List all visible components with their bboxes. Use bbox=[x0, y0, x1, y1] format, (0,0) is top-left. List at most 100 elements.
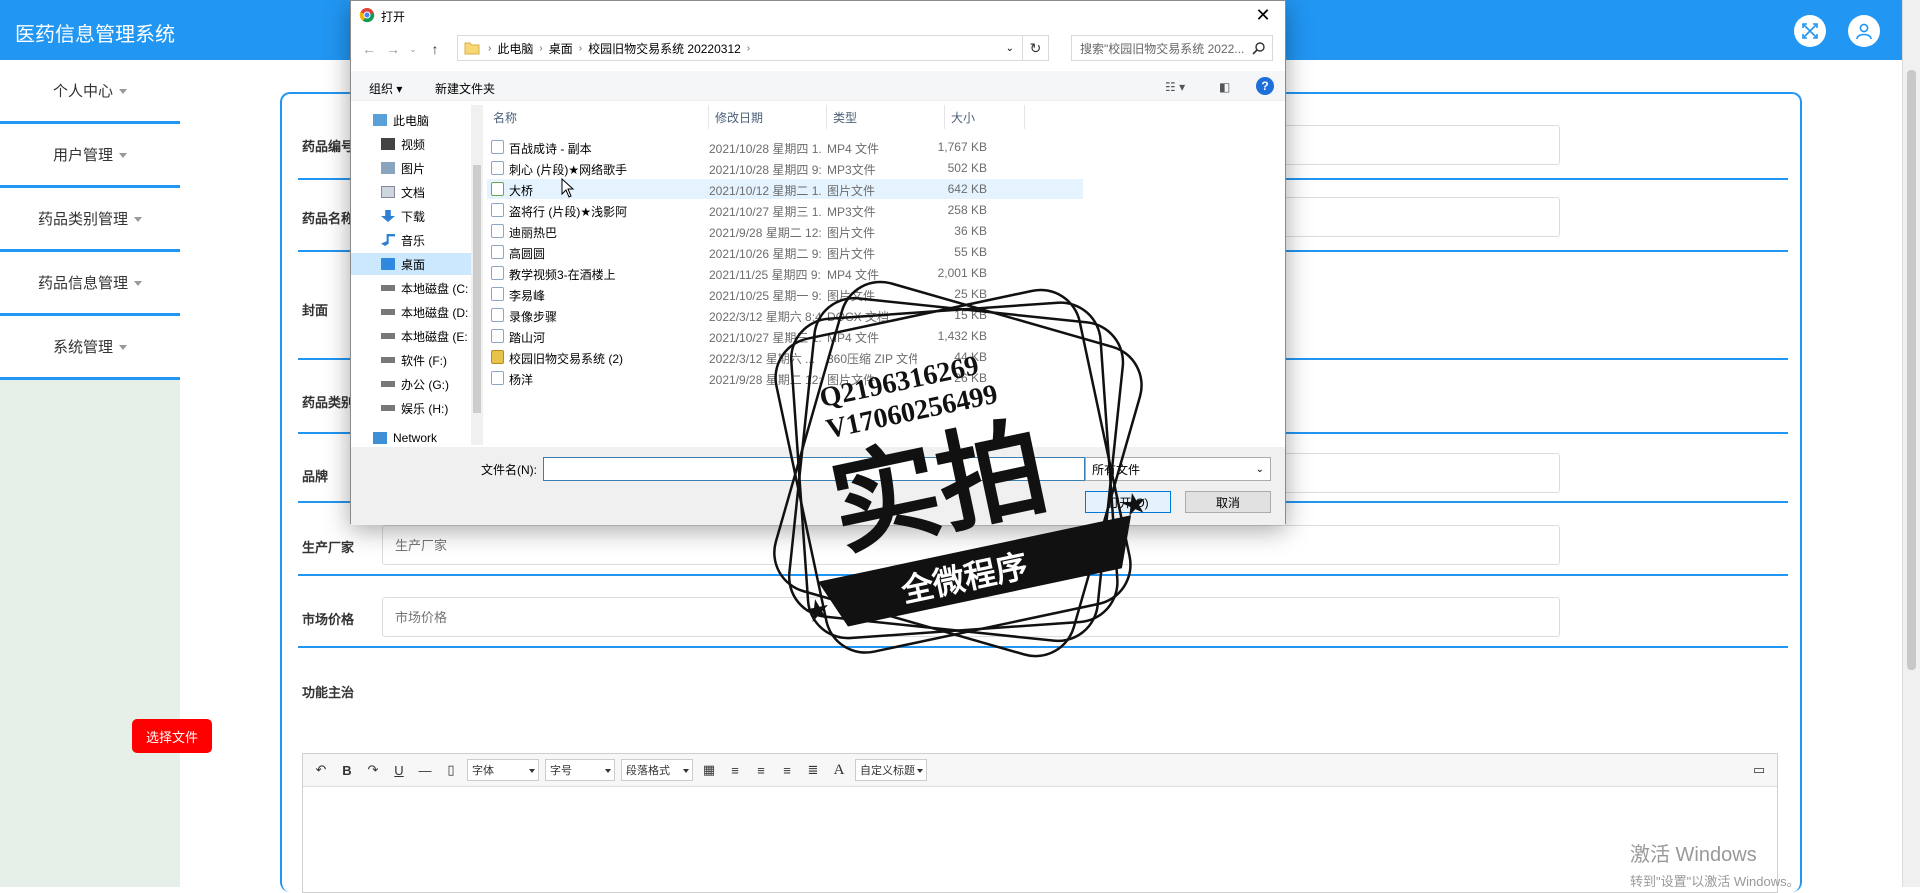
column-name[interactable]: 名称 bbox=[487, 105, 709, 129]
refresh-button[interactable]: ↻ bbox=[1023, 35, 1049, 61]
help-icon[interactable]: ? bbox=[1256, 77, 1274, 95]
nav-pane-scrollbar[interactable] bbox=[471, 105, 483, 445]
choose-file-button[interactable]: 选择文件 bbox=[132, 719, 212, 753]
close-button[interactable]: ✕ bbox=[1241, 1, 1285, 29]
sidebar-item-drug-info[interactable]: 药品信息管理 bbox=[0, 252, 180, 316]
drive-icon bbox=[381, 405, 395, 411]
cancel-button[interactable]: 取消 bbox=[1185, 491, 1271, 513]
font-color-button[interactable]: A bbox=[829, 760, 849, 780]
breadcrumb-folder[interactable]: 校园旧物交易系统 20220312 bbox=[588, 40, 741, 57]
paragraph-format-select[interactable]: 段落格式 bbox=[621, 759, 693, 781]
sidebar-item-drug-category[interactable]: 药品类别管理 bbox=[0, 188, 180, 252]
file-row[interactable]: 教学视频3-在酒楼上 2021/11/25 星期四 9:... MP4 文件 2,00… bbox=[487, 263, 1083, 283]
video-file-icon bbox=[491, 266, 504, 280]
folder-icon bbox=[464, 42, 480, 55]
sidebar-item-personal-center[interactable]: 个人中心 bbox=[0, 60, 180, 124]
underline-button[interactable]: U bbox=[389, 760, 409, 780]
file-row[interactable]: 校园旧物交易系统 (2) 2022/3/12 星期六 ... 360压缩 ZIP 文… bbox=[487, 347, 1083, 367]
zip-file-icon bbox=[491, 350, 504, 364]
custom-title-select[interactable]: 自定义标题 bbox=[855, 759, 927, 781]
file-row[interactable]: 录像步骤 2022/3/12 星期六 8:43 DOCX 文档 15 KB bbox=[487, 305, 1083, 325]
file-row[interactable]: 李易峰 2021/10/25 星期一 9:... 图片文件 25 KB bbox=[487, 284, 1083, 304]
bold-button[interactable]: B bbox=[337, 760, 357, 780]
filename-input[interactable] bbox=[543, 457, 1085, 481]
preview-pane-icon[interactable]: ◧ bbox=[1219, 80, 1230, 94]
align-right-icon[interactable]: ≡ bbox=[751, 760, 771, 780]
undo-icon[interactable]: ↶ bbox=[311, 760, 331, 780]
image-file-icon bbox=[491, 245, 504, 259]
user-button[interactable] bbox=[1848, 15, 1880, 47]
font-family-select[interactable]: 字体 bbox=[467, 759, 539, 781]
nav-desktop[interactable]: 桌面 bbox=[351, 253, 471, 275]
breadcrumb-this-pc[interactable]: 此电脑 bbox=[497, 40, 533, 57]
documents-icon bbox=[381, 186, 395, 198]
table-icon[interactable]: ▦ bbox=[699, 760, 719, 780]
filename-label: 文件名(N): bbox=[481, 463, 537, 477]
align-left-icon[interactable]: ≡ bbox=[725, 760, 745, 780]
address-bar[interactable]: › 此电脑 › 桌面 › 校园旧物交易系统 20220312 › ⌄ bbox=[457, 35, 1023, 61]
up-icon[interactable]: ↑ bbox=[427, 41, 443, 57]
computer-icon bbox=[373, 114, 387, 126]
open-button[interactable]: 打开(O) bbox=[1085, 491, 1171, 513]
horizontal-rule-icon[interactable]: — bbox=[415, 760, 435, 780]
file-type-select[interactable]: 所有文件 ⌄ bbox=[1085, 457, 1271, 481]
file-open-dialog: 打开 ✕ ← → ⌄ ↑ › 此电脑 › 桌面 › 校园旧物交易系统 20220… bbox=[350, 0, 1287, 525]
column-type[interactable]: 类型 bbox=[827, 105, 945, 129]
download-icon bbox=[381, 210, 395, 222]
file-row[interactable]: 踏山河 2021/10/27 星期三 1... MP4 文件 1,432 KB bbox=[487, 326, 1083, 346]
label-function: 功能主治 bbox=[302, 685, 355, 700]
nav-network[interactable]: Network bbox=[373, 427, 479, 449]
drive-icon bbox=[381, 309, 395, 315]
align-center-icon[interactable]: ≡ bbox=[777, 760, 797, 780]
nav-this-pc[interactable]: 此电脑 bbox=[373, 109, 479, 131]
font-size-select[interactable]: 字号 bbox=[545, 759, 615, 781]
windows-activation-notice: 激活 Windows 转到"设置"以激活 Windows。 bbox=[1630, 844, 1800, 889]
image-file-icon bbox=[491, 287, 504, 301]
align-justify-icon[interactable]: ≣ bbox=[803, 760, 823, 780]
source-code-icon[interactable]: ▭ bbox=[1749, 760, 1769, 780]
address-dropdown-icon[interactable]: ⌄ bbox=[1006, 43, 1014, 54]
manufacturer-input[interactable] bbox=[382, 525, 1560, 565]
organize-button[interactable]: 组织 ▾ bbox=[369, 80, 402, 97]
mouse-cursor-icon bbox=[561, 178, 575, 198]
desktop-icon bbox=[381, 258, 395, 270]
recent-chevron-icon[interactable]: ⌄ bbox=[405, 41, 421, 57]
sidebar-item-user-management[interactable]: 用户管理 bbox=[0, 124, 180, 188]
file-row[interactable]: 盗将行 (片段)★浅影阿 2021/10/27 星期三 1... MP3文件 258 … bbox=[487, 200, 1083, 220]
column-size[interactable]: 大小 bbox=[945, 105, 1025, 129]
forward-icon[interactable]: → bbox=[385, 41, 401, 57]
audio-file-icon bbox=[491, 161, 504, 175]
user-icon bbox=[1856, 23, 1872, 40]
breadcrumb-desktop[interactable]: 桌面 bbox=[549, 40, 573, 57]
file-row[interactable]: 高圆圆 2021/10/26 星期二 9:... 图片文件 55 KB bbox=[487, 242, 1083, 262]
file-row[interactable]: 大桥 2021/10/12 星期二 1... 图片文件 642 KB bbox=[487, 179, 1083, 199]
view-options-icon[interactable]: ☷ ▾ bbox=[1165, 80, 1185, 94]
chevron-down-icon: ⌄ bbox=[1255, 463, 1264, 475]
video-file-icon bbox=[491, 329, 504, 343]
redo-icon[interactable]: ↷ bbox=[363, 760, 383, 780]
page-scrollbar[interactable] bbox=[1902, 0, 1920, 887]
label-drug-category: 药品类别 bbox=[302, 395, 355, 410]
file-row[interactable]: 刺心 (片段)★网络歌手 2021/10/28 星期四 9:... MP3文件 502… bbox=[487, 158, 1083, 178]
file-row[interactable]: 杨洋 2021/9/28 星期二 12:... 图片文件 26 KB bbox=[487, 368, 1083, 388]
market-price-input[interactable] bbox=[382, 597, 1560, 637]
file-row[interactable]: 百战成诗 - 副本 2021/10/28 星期四 1... MP4 文件 1,767 … bbox=[487, 137, 1083, 157]
search-icon bbox=[1252, 42, 1265, 55]
column-date[interactable]: 修改日期 bbox=[709, 105, 827, 129]
search-input[interactable]: 搜索"校园旧物交易系统 2022... bbox=[1071, 35, 1273, 61]
new-folder-button[interactable]: 新建文件夹 bbox=[435, 80, 495, 97]
rich-text-editor[interactable]: ↶ B ↷ U — ▯ 字体 字号 段落格式 ▦ ≡ ≡ ≡ ≣ A 自定义标题… bbox=[302, 753, 1778, 893]
label-market-price: 市场价格 bbox=[302, 612, 355, 627]
sidebar-item-system[interactable]: 系统管理 bbox=[0, 316, 180, 380]
page-icon[interactable]: ▯ bbox=[441, 760, 461, 780]
command-bar: 组织 ▾ 新建文件夹 ☷ ▾ ◧ ? bbox=[351, 71, 1285, 101]
label-manufacturer: 生产厂家 bbox=[302, 540, 355, 555]
file-list: 名称 修改日期 类型 大小 百战成诗 - 副本 2021/10/28 星期四 1.… bbox=[487, 105, 1287, 445]
back-icon[interactable]: ← bbox=[361, 41, 377, 57]
fullscreen-button[interactable] bbox=[1794, 15, 1826, 47]
label-drug-name: 药品名称 bbox=[302, 211, 355, 226]
fullscreen-icon bbox=[1802, 23, 1818, 39]
image-file-icon bbox=[491, 371, 504, 385]
file-row[interactable]: 迪丽热巴 2021/9/28 星期二 12:... 图片文件 36 KB bbox=[487, 221, 1083, 241]
drive-icon bbox=[381, 285, 395, 291]
